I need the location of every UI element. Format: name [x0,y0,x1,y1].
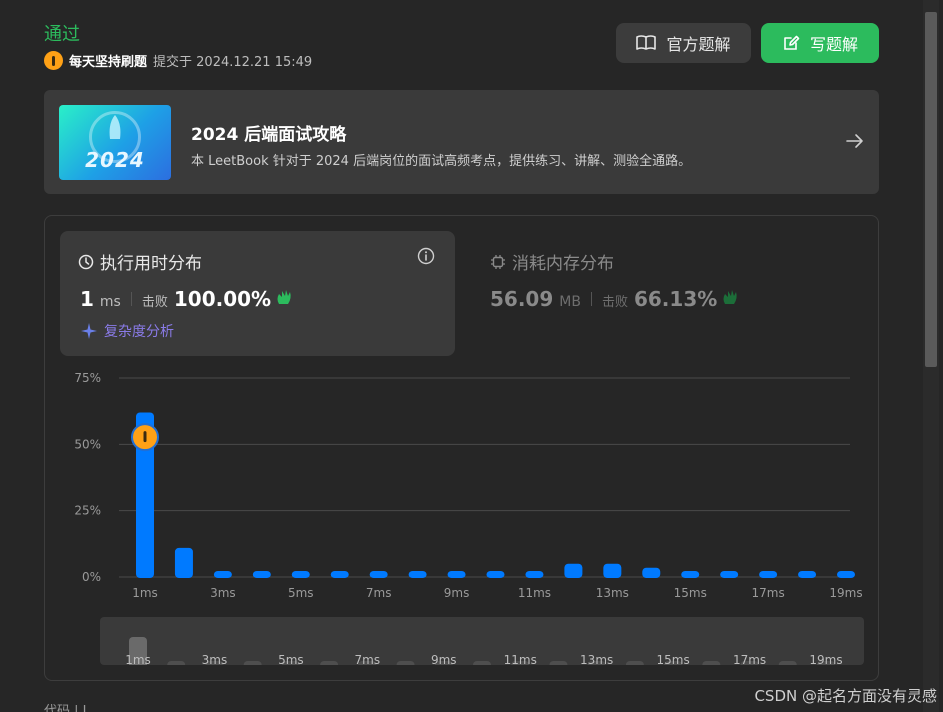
page-scrollbar[interactable] [923,0,939,712]
bar [603,563,622,578]
x-tick-label: 3ms [210,586,236,600]
overview-tick-label: 15ms [657,653,690,665]
arrow-right-icon[interactable] [845,132,865,150]
banner-description: 本 LeetBook 针对于 2024 后端岗位的面试高频考点，提供练习、讲解、… [191,154,692,169]
write-solution-button[interactable]: 写题解 [761,23,879,63]
overview-bar [625,661,644,665]
bar [486,571,505,578]
overview-tick-label: 17ms [733,653,766,665]
overview-bar [320,661,339,665]
bar [408,571,427,578]
code-section-peek: 代码 | J [44,704,87,712]
username[interactable]: 每天坚持刷题 [69,51,147,70]
overview-bar [167,661,186,665]
y-tick-label: 25% [74,504,101,518]
book-icon [636,35,657,50]
overview-tick-label: 13ms [580,653,613,665]
runtime-distribution-chart[interactable]: 75% 50% 25% 0% 1ms 3ms 5ms 7ms 9ms 11ms 13ms 15ms 17… [45,216,878,616]
x-tick-label: 5ms [288,586,314,600]
bar [447,571,466,578]
write-solution-label: 写题解 [809,35,858,54]
watermark: CSDN @起名方面没有灵感 [754,687,937,705]
leetbook-banner[interactable]: 2024 2024 后端面试攻略 本 LeetBook 针对于 2024 后端岗… [44,90,879,194]
overview-tick-label: 9ms [431,653,457,665]
bar [330,571,349,578]
y-tick-label: 0% [82,570,101,584]
bar [369,571,388,578]
overview-chart[interactable]: 1ms 3ms 5ms 7ms 9ms 11ms 13ms 15ms 17ms 19ms [100,617,864,665]
leetbook-cover: 2024 [59,105,171,180]
cover-year: 2024 [85,148,145,172]
bar [720,571,739,578]
rocket-icon [109,115,121,139]
x-tick-label: 11ms [518,586,551,600]
overview-bar [473,661,491,665]
overview-tick-label: 19ms [809,653,842,665]
bar [525,571,544,578]
bar [174,547,193,578]
x-tick-label: 15ms [674,586,707,600]
bar [681,571,700,578]
distribution-panel: 执行用时分布 1 ms 击败 100.00% 复杂度分析 消耗内存分布 56.0… [44,215,879,681]
x-tick-label: 1ms [132,586,158,600]
user-position-marker-glyph [143,431,147,443]
user-avatar[interactable] [44,50,63,70]
overview-tick-label: 3ms [202,653,228,665]
bar [642,567,661,578]
submission-status: 通过 [44,24,80,45]
overview-bar [243,661,262,665]
overview-bar [549,661,568,665]
bar [252,571,271,578]
x-tick-label: 7ms [366,586,392,600]
bar [564,563,583,578]
overview-tick-label: 11ms [504,653,537,665]
official-solution-button[interactable]: 官方题解 [616,23,751,63]
x-tick-label: 9ms [444,586,470,600]
x-tick-label: 17ms [752,586,785,600]
bar [837,571,855,578]
overview-tick-label: 5ms [278,653,304,665]
submission-time: 提交于 2024.12.21 15:49 [153,54,313,70]
bar [291,571,310,578]
x-tick-label: 19ms [829,586,862,600]
bar [213,571,232,578]
edit-icon [784,35,800,50]
y-tick-label: 50% [74,437,101,451]
banner-title: 2024 后端面试攻略 [191,125,347,145]
overview-bar [702,661,721,665]
chart-overview-scrubber[interactable]: 1ms 3ms 5ms 7ms 9ms 11ms 13ms 15ms 17ms 19ms [100,617,864,665]
x-tick-label: 13ms [596,586,629,600]
overview-tick-label: 7ms [355,653,381,665]
scrollbar-thumb[interactable] [925,12,937,367]
official-solution-label: 官方题解 [666,35,731,54]
overview-bar [396,661,415,665]
submitter-info: 每天坚持刷题 提交于 2024.12.21 15:49 [44,50,312,70]
overview-tick-label: 1ms [125,653,151,665]
y-tick-label: 75% [74,371,101,385]
bar [759,571,778,578]
bar [798,571,817,578]
overview-bar [778,661,797,665]
